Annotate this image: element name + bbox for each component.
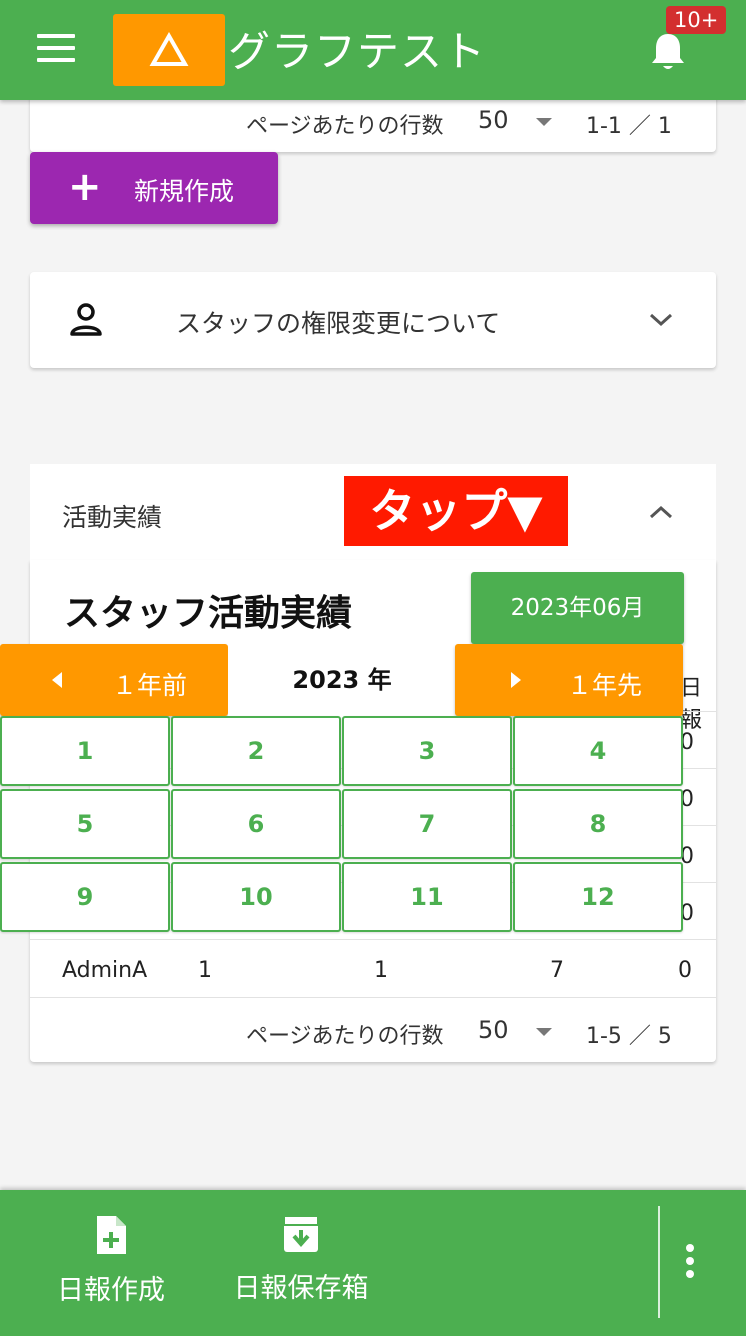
person-icon bbox=[70, 303, 102, 336]
archive-icon bbox=[283, 1215, 319, 1252]
report-archive-button[interactable]: 日報保存箱 bbox=[228, 1214, 374, 1305]
month-button[interactable]: 5 bbox=[0, 789, 170, 859]
month-button[interactable]: 7 bbox=[342, 789, 512, 859]
triangle-right-icon bbox=[511, 672, 521, 688]
app-bar: グラフテスト 10+ bbox=[0, 0, 746, 100]
menu-icon[interactable] bbox=[34, 34, 78, 68]
divider bbox=[30, 939, 716, 940]
picker-year-label: 2023 年 bbox=[228, 644, 456, 716]
chevron-down-icon[interactable] bbox=[648, 312, 674, 328]
warning-triangle-icon bbox=[149, 32, 189, 66]
create-report-label: 日報作成 bbox=[57, 1275, 165, 1306]
bottom-nav: 日報作成 日報保存箱 bbox=[0, 1190, 746, 1336]
month-button[interactable]: 2 bbox=[171, 716, 341, 786]
next-year-button[interactable]: １年先 bbox=[455, 644, 683, 716]
notification-badge: 10+ bbox=[666, 6, 727, 34]
staff-permissions-title: スタッフの権限変更について bbox=[176, 309, 501, 338]
app-title: グラフテスト bbox=[228, 27, 487, 76]
staff-permissions-panel[interactable]: スタッフの権限変更について bbox=[30, 272, 716, 368]
month-select-button[interactable]: 2023年06月 bbox=[471, 572, 684, 644]
prev-year-button[interactable]: １年前 bbox=[0, 644, 228, 716]
rows-per-page-select[interactable]: 50 bbox=[478, 1016, 509, 1044]
rows-per-page-label: ページあたりの行数 bbox=[246, 114, 444, 139]
table-cell: 1 bbox=[374, 958, 388, 983]
page-range: 1-1 ／ 1 bbox=[586, 114, 672, 139]
divider bbox=[30, 997, 716, 998]
month-button[interactable]: 11 bbox=[342, 862, 512, 932]
rows-per-page-select[interactable]: 50 bbox=[478, 106, 509, 134]
month-button[interactable]: 8 bbox=[513, 789, 683, 859]
month-button[interactable]: 9 bbox=[0, 862, 170, 932]
chevron-up-icon[interactable] bbox=[648, 504, 674, 520]
bell-icon bbox=[652, 34, 684, 69]
new-create-button[interactable]: + 新規作成 bbox=[30, 152, 278, 224]
next-year-label: １年先 bbox=[567, 671, 643, 700]
report-archive-label: 日報保存箱 bbox=[233, 1273, 369, 1304]
month-button[interactable]: 10 bbox=[171, 862, 341, 932]
table-cell: 7 bbox=[550, 958, 564, 983]
triangle-left-icon bbox=[52, 672, 62, 688]
staff-activity-title: スタッフ活動実績 bbox=[64, 593, 353, 634]
prev-year-label: １年前 bbox=[112, 671, 188, 700]
chevron-down-icon[interactable] bbox=[536, 118, 552, 126]
month-button[interactable]: 6 bbox=[171, 789, 341, 859]
file-plus-icon bbox=[97, 1216, 126, 1254]
table-cell: 1 bbox=[198, 958, 212, 983]
app-logo[interactable] bbox=[113, 14, 225, 86]
month-picker: １年前 2023 年 １年先 1 2 3 4 5 6 7 8 9 10 11 1… bbox=[0, 644, 686, 936]
tap-hint-overlay: タップ▼ bbox=[344, 476, 568, 546]
chevron-down-icon[interactable] bbox=[536, 1028, 552, 1036]
table-cell: 0 bbox=[678, 958, 692, 983]
month-button[interactable]: 1 bbox=[0, 716, 170, 786]
rows-per-page-label: ページあたりの行数 bbox=[246, 1024, 444, 1049]
page-range: 1-5 ／ 5 bbox=[586, 1024, 672, 1049]
activity-title: 活動実績 bbox=[62, 503, 163, 532]
create-report-button[interactable]: 日報作成 bbox=[52, 1214, 170, 1307]
month-button[interactable]: 12 bbox=[513, 862, 683, 932]
divider bbox=[658, 1206, 660, 1318]
more-vert-icon[interactable] bbox=[686, 1244, 698, 1283]
new-create-label: 新規作成 bbox=[134, 177, 235, 206]
notifications-button[interactable] bbox=[648, 30, 688, 74]
month-button[interactable]: 4 bbox=[513, 716, 683, 786]
staff-name-cell: AdminA bbox=[62, 958, 148, 983]
month-button[interactable]: 3 bbox=[342, 716, 512, 786]
plus-icon: + bbox=[68, 164, 102, 210]
